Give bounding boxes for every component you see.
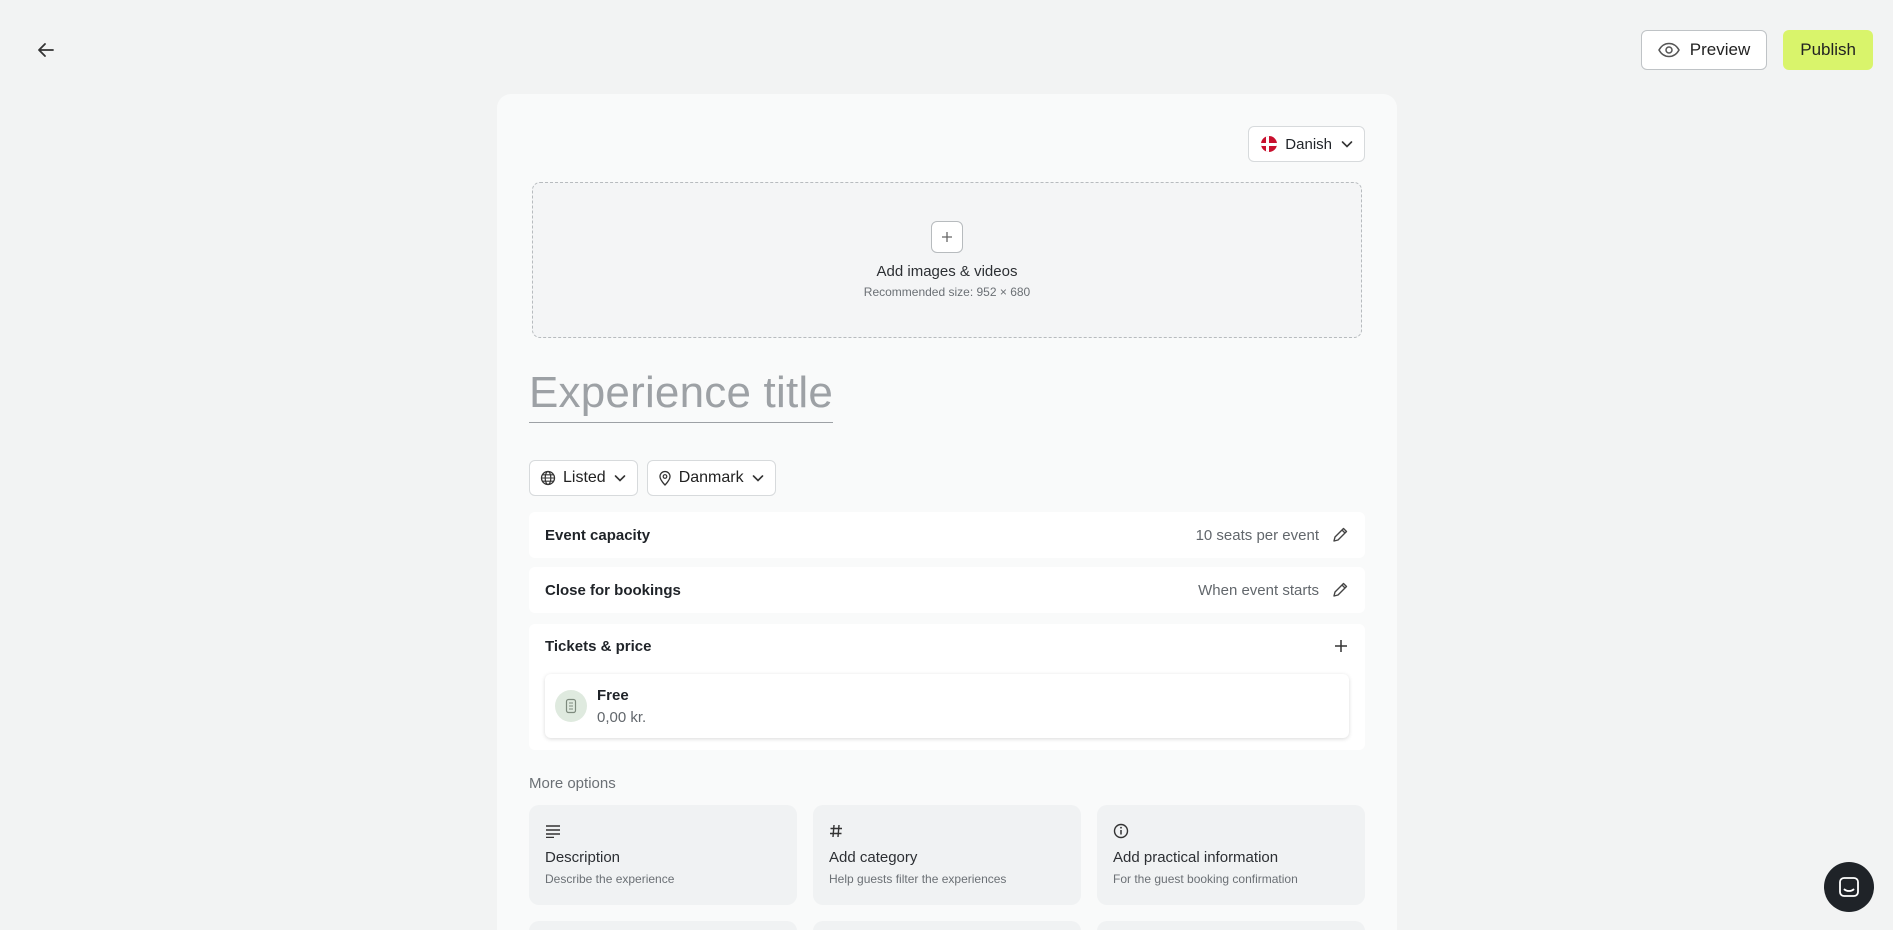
chat-launcher-button[interactable] [1824,862,1874,912]
close-for-bookings-value: When event starts [1198,581,1319,599]
option-card[interactable] [1097,921,1365,930]
experience-title-input[interactable]: Experience title [529,368,834,423]
chevron-down-icon [752,475,763,482]
map-pin-icon [659,470,671,486]
back-button[interactable] [30,34,62,66]
media-upload-area[interactable]: Add images & videos Recommended size: 95… [532,182,1362,338]
option-title: Add category [829,849,918,866]
chat-icon [1839,877,1859,897]
preview-button[interactable]: Preview [1640,30,1768,70]
filter-pills: Listed Danmark [529,460,776,496]
experience-editor-card: Danish Add images & videos Recommended s… [497,94,1397,930]
eye-icon [1657,42,1680,58]
chevron-down-icon [614,475,626,482]
denmark-flag-icon [1261,136,1278,152]
option-subtitle: Help guests filter the experiences [829,872,1007,886]
language-label: Danish [1285,135,1332,153]
plus-icon [942,232,952,242]
option-title: Description [545,849,621,866]
plus-icon[interactable] [1333,638,1349,654]
option-card[interactable] [813,921,1081,930]
ticket-item[interactable]: Free 0,00 kr. [545,674,1349,738]
event-capacity-value: 10 seats per event [1195,526,1319,544]
location-select[interactable]: Danmark [646,460,776,496]
more-options-label: More options [529,775,616,792]
arrow-left-icon [38,43,54,57]
visibility-select[interactable]: Listed [529,460,638,496]
practical-information-option[interactable]: Add practical information For the guest … [1097,805,1365,905]
hash-icon [830,824,842,838]
publish-button[interactable]: Publish [1783,30,1873,70]
location-label: Danmark [678,469,744,486]
close-for-bookings-label: Close for bookings [545,581,681,599]
globe-icon [540,470,556,486]
option-subtitle: For the guest booking confirmation [1113,872,1298,886]
close-for-bookings-row[interactable]: Close for bookings When event starts [529,567,1365,613]
more-options-grid: Description Describe the experience Add … [529,805,1365,905]
ticket-icon [555,690,587,722]
event-capacity-row[interactable]: Event capacity 10 seats per event [529,512,1365,558]
media-upload-subtitle: Recommended size: 952 × 680 [863,285,1031,299]
ticket-price: 0,00 kr. [597,708,647,726]
ticket-name: Free [597,686,629,704]
visibility-label: Listed [563,469,606,486]
description-option[interactable]: Description Describe the experience [529,805,797,905]
add-media-button[interactable] [931,221,963,253]
pencil-icon[interactable] [1331,581,1349,599]
option-title: Add practical information [1113,849,1279,866]
event-capacity-label: Event capacity [545,526,651,544]
more-options-grid-next-row [529,921,1365,930]
tickets-section: Tickets & price Free 0,00 kr. [529,624,1365,750]
chevron-down-icon [1341,141,1353,148]
publish-label: Publish [1800,40,1856,59]
preview-label: Preview [1689,40,1751,59]
top-actions: Preview Publish [1640,30,1873,70]
media-upload-title: Add images & videos [876,263,1018,280]
option-card[interactable] [529,921,797,930]
language-select[interactable]: Danish [1248,126,1365,162]
lines-icon [546,825,560,838]
tickets-label: Tickets & price [545,637,652,655]
add-category-option[interactable]: Add category Help guests filter the expe… [813,805,1081,905]
info-icon [1113,823,1129,839]
pencil-icon[interactable] [1331,526,1349,544]
option-subtitle: Describe the experience [545,872,675,886]
